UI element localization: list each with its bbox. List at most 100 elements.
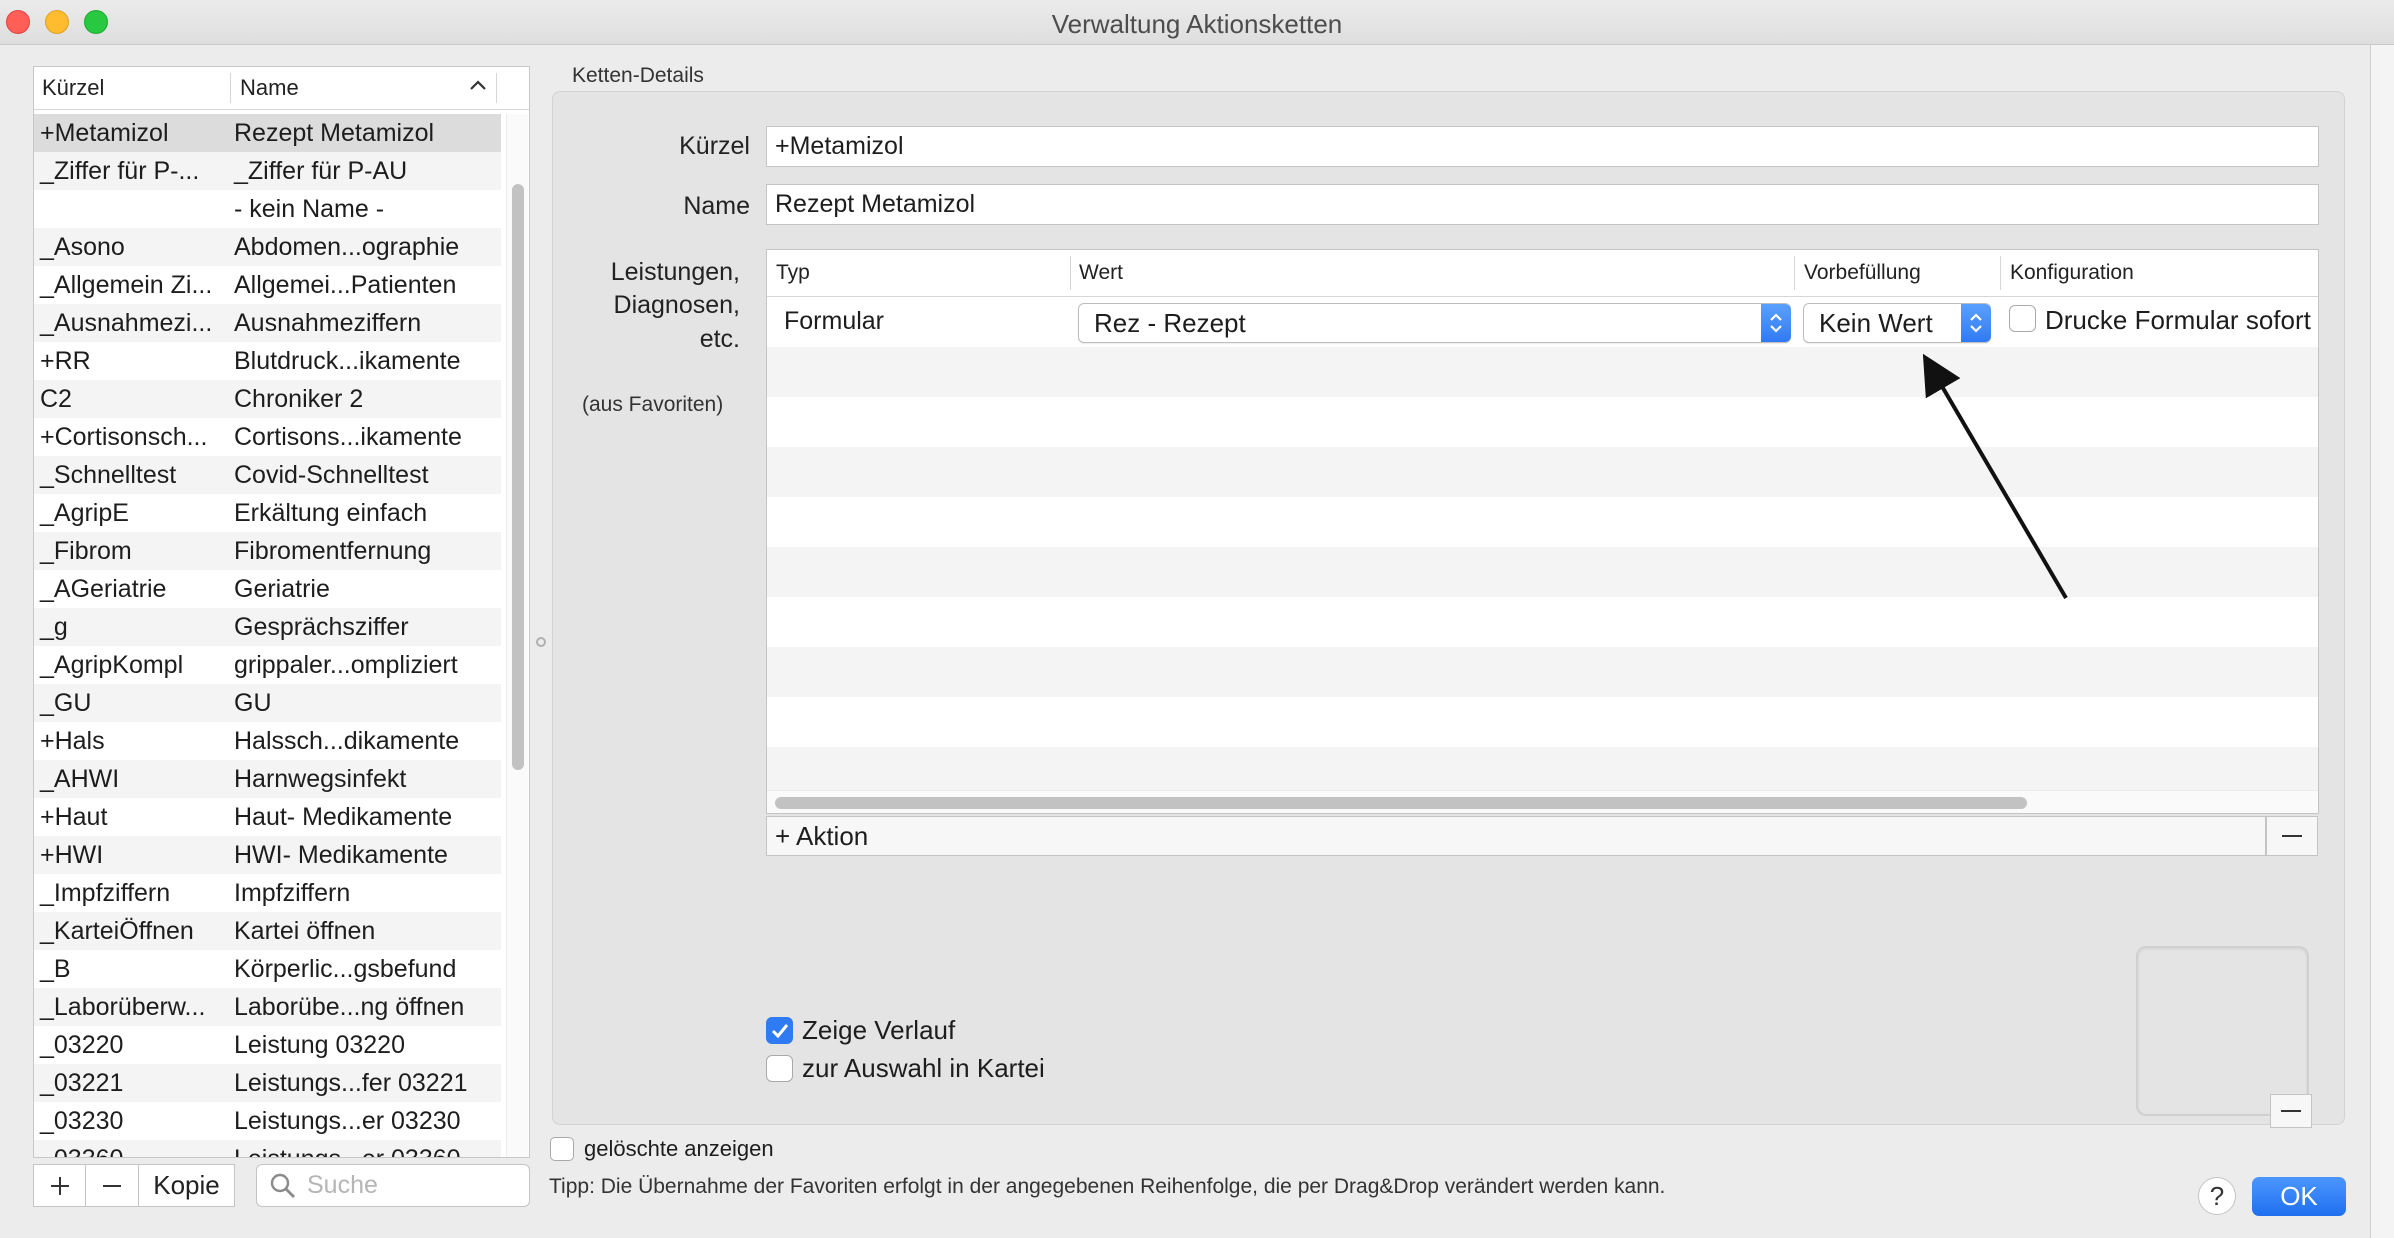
- name-label: Name: [683, 192, 750, 220]
- list-item[interactable]: _AHWI Harnwegsinfekt: [34, 760, 501, 798]
- list-item[interactable]: _GU GU: [34, 684, 501, 722]
- list-item[interactable]: +Haut Haut- Medikamente: [34, 798, 501, 836]
- list-item[interactable]: _03230 Leistungs...er 03230: [34, 1102, 501, 1140]
- list-item[interactable]: _Schnelltest Covid-Schnelltest: [34, 456, 501, 494]
- list-item[interactable]: +Hals Halssch...dikamente: [34, 722, 501, 760]
- list-item[interactable]: - kein Name -: [34, 190, 501, 228]
- details-group-label: Ketten-Details: [572, 64, 704, 87]
- table-row-empty: [767, 447, 2318, 497]
- list-item[interactable]: _g Gesprächsziffer: [34, 608, 501, 646]
- list-item-name: Fibromentfernung: [234, 536, 432, 565]
- print-form-immediately-checkbox[interactable]: [2009, 305, 2036, 332]
- chain-list-scrollbar[interactable]: [506, 114, 528, 1157]
- column-separator: [2000, 256, 2001, 290]
- add-action-button[interactable]: + Aktion: [766, 816, 2266, 856]
- list-item[interactable]: _Ausnahmezi... Ausnahmeziffern: [34, 304, 501, 342]
- selectable-in-kartei-checkbox[interactable]: [766, 1055, 793, 1082]
- list-item-kuerzel: +HWI: [40, 840, 104, 869]
- list-item-kuerzel: +Hals: [40, 726, 105, 755]
- table-row-empty: [767, 647, 2318, 697]
- list-item[interactable]: _03221 Leistungs...fer 03221: [34, 1064, 501, 1102]
- list-item-kuerzel: +Cortisonsch...: [40, 422, 208, 451]
- show-deleted-checkbox[interactable]: [550, 1137, 574, 1161]
- vorbefuellung-popup-value: Kein Wert: [1819, 307, 1933, 338]
- vorbefuellung-popup[interactable]: Kein Wert: [1803, 303, 1991, 343]
- chain-list-scroll-thumb[interactable]: [512, 184, 524, 770]
- show-deleted-label: gelöschte anzeigen: [584, 1136, 774, 1161]
- remove-action-button[interactable]: [2266, 816, 2318, 856]
- list-item-name: - kein Name -: [234, 194, 385, 223]
- actions-table-h-scroll-thumb[interactable]: [775, 797, 2027, 809]
- list-item[interactable]: +Metamizol Rezept Metamizol: [34, 114, 501, 152]
- list-item-kuerzel: _AgripKompl: [40, 650, 184, 679]
- list-item[interactable]: _AGeriatrie Geriatrie: [34, 570, 501, 608]
- actions-table-h-scrollbar[interactable]: [767, 790, 2318, 813]
- list-item-kuerzel: _03360: [34, 1145, 230, 1158]
- favorites-note: (aus Favoriten): [582, 393, 724, 416]
- add-chain-button[interactable]: [33, 1164, 86, 1207]
- list-item[interactable]: _Laborüberw... Laborübe...ng öffnen: [34, 988, 501, 1026]
- services-label-line-3: etc.: [699, 325, 740, 353]
- list-item-kuerzel: _B: [40, 954, 71, 983]
- list-item-name: Allgemei...Patienten: [234, 270, 457, 299]
- list-item[interactable]: _B Körperlic...gsbefund: [34, 950, 501, 988]
- selectable-in-kartei-label: zur Auswahl in Kartei: [802, 1053, 1045, 1083]
- remove-image-button[interactable]: [2270, 1094, 2312, 1128]
- list-item[interactable]: +RR Blutdruck...ikamente: [34, 342, 501, 380]
- list-item-name: Harnwegsinfekt: [234, 764, 407, 793]
- list-item-kuerzel: _g: [40, 612, 68, 641]
- show-history-checkbox[interactable]: [766, 1017, 793, 1044]
- column-header-typ[interactable]: Typ: [776, 261, 810, 285]
- list-item-name: Covid-Schnelltest: [234, 460, 429, 489]
- split-view-handle[interactable]: [536, 637, 546, 647]
- column-separator: [1794, 256, 1795, 290]
- list-item[interactable]: _Impfziffern Impfziffern: [34, 874, 501, 912]
- list-item-kuerzel: _AGeriatrie: [40, 574, 167, 603]
- list-item-name: grippaler...ompliziert: [234, 650, 458, 679]
- column-separator: [1070, 256, 1071, 290]
- kuerzel-field[interactable]: +Metamizol: [766, 126, 2319, 167]
- list-item[interactable]: _Allgemein Zi... Allgemei...Patienten: [34, 266, 501, 304]
- copy-chain-button[interactable]: Kopie: [139, 1164, 235, 1207]
- list-item-name: HWI- Medikamente: [234, 840, 448, 869]
- list-item[interactable]: _Fibrom Fibromentfernung: [34, 532, 501, 570]
- list-item[interactable]: +Cortisonsch... Cortisons...ikamente: [34, 418, 501, 456]
- table-row-empty: [767, 497, 2318, 547]
- column-header-kuerzel[interactable]: Kürzel: [42, 75, 104, 101]
- list-item[interactable]: _Ziffer für P-... _Ziffer für P-AU: [34, 152, 501, 190]
- list-item[interactable]: _Asono Abdomen...ographie: [34, 228, 501, 266]
- titlebar: Verwaltung Aktionsketten: [0, 0, 2394, 45]
- list-item[interactable]: _KarteiÖffnen Kartei öffnen: [34, 912, 501, 950]
- list-item[interactable]: _AgripE Erkältung einfach: [34, 494, 501, 532]
- list-item-name: Erkältung einfach: [234, 498, 428, 527]
- list-item-name: Rezept Metamizol: [234, 118, 435, 147]
- ok-button[interactable]: OK: [2252, 1177, 2346, 1216]
- list-item[interactable]: _03220 Leistung 03220: [34, 1026, 501, 1064]
- actions-table-header: Typ Wert Vorbefüllung Konfiguration: [767, 250, 2318, 297]
- column-header-vorbefuellung[interactable]: Vorbefüllung: [1804, 261, 1921, 285]
- search-input[interactable]: [307, 1171, 507, 1200]
- list-item-kuerzel: +Metamizol: [40, 118, 169, 147]
- sort-ascending-icon[interactable]: [469, 75, 487, 98]
- list-item-name: Ausnahmeziffern: [234, 308, 422, 337]
- list-item[interactable]: C2 Chroniker 2: [34, 380, 501, 418]
- search-field[interactable]: [256, 1164, 530, 1207]
- column-header-wert[interactable]: Wert: [1079, 261, 1123, 285]
- name-field[interactable]: Rezept Metamizol: [766, 184, 2319, 225]
- icon-image-well[interactable]: [2136, 946, 2309, 1116]
- list-item[interactable]: _AgripKompl grippaler...ompliziert: [34, 646, 501, 684]
- list-item[interactable]: +HWI HWI- Medikamente: [34, 836, 501, 874]
- list-item-kuerzel: _AgripE: [40, 498, 129, 527]
- table-row-empty: [767, 547, 2318, 597]
- window: Verwaltung Aktionsketten Kürzel Name +Me…: [0, 0, 2394, 1238]
- remove-chain-button[interactable]: [86, 1164, 139, 1207]
- kuerzel-label: Kürzel: [679, 132, 750, 160]
- wert-popup[interactable]: Rez - Rezept: [1078, 303, 1791, 343]
- column-header-konfiguration[interactable]: Konfiguration: [2010, 261, 2134, 285]
- column-header-name[interactable]: Name: [240, 75, 299, 101]
- list-item-kuerzel: _03230: [40, 1106, 124, 1135]
- list-item-kuerzel: _Ziffer für P-...: [40, 156, 200, 185]
- help-button[interactable]: ?: [2198, 1177, 2236, 1215]
- list-item[interactable]: _03360Leistungs...er 03360: [34, 1140, 501, 1158]
- list-item-name: Geriatrie: [234, 574, 330, 603]
